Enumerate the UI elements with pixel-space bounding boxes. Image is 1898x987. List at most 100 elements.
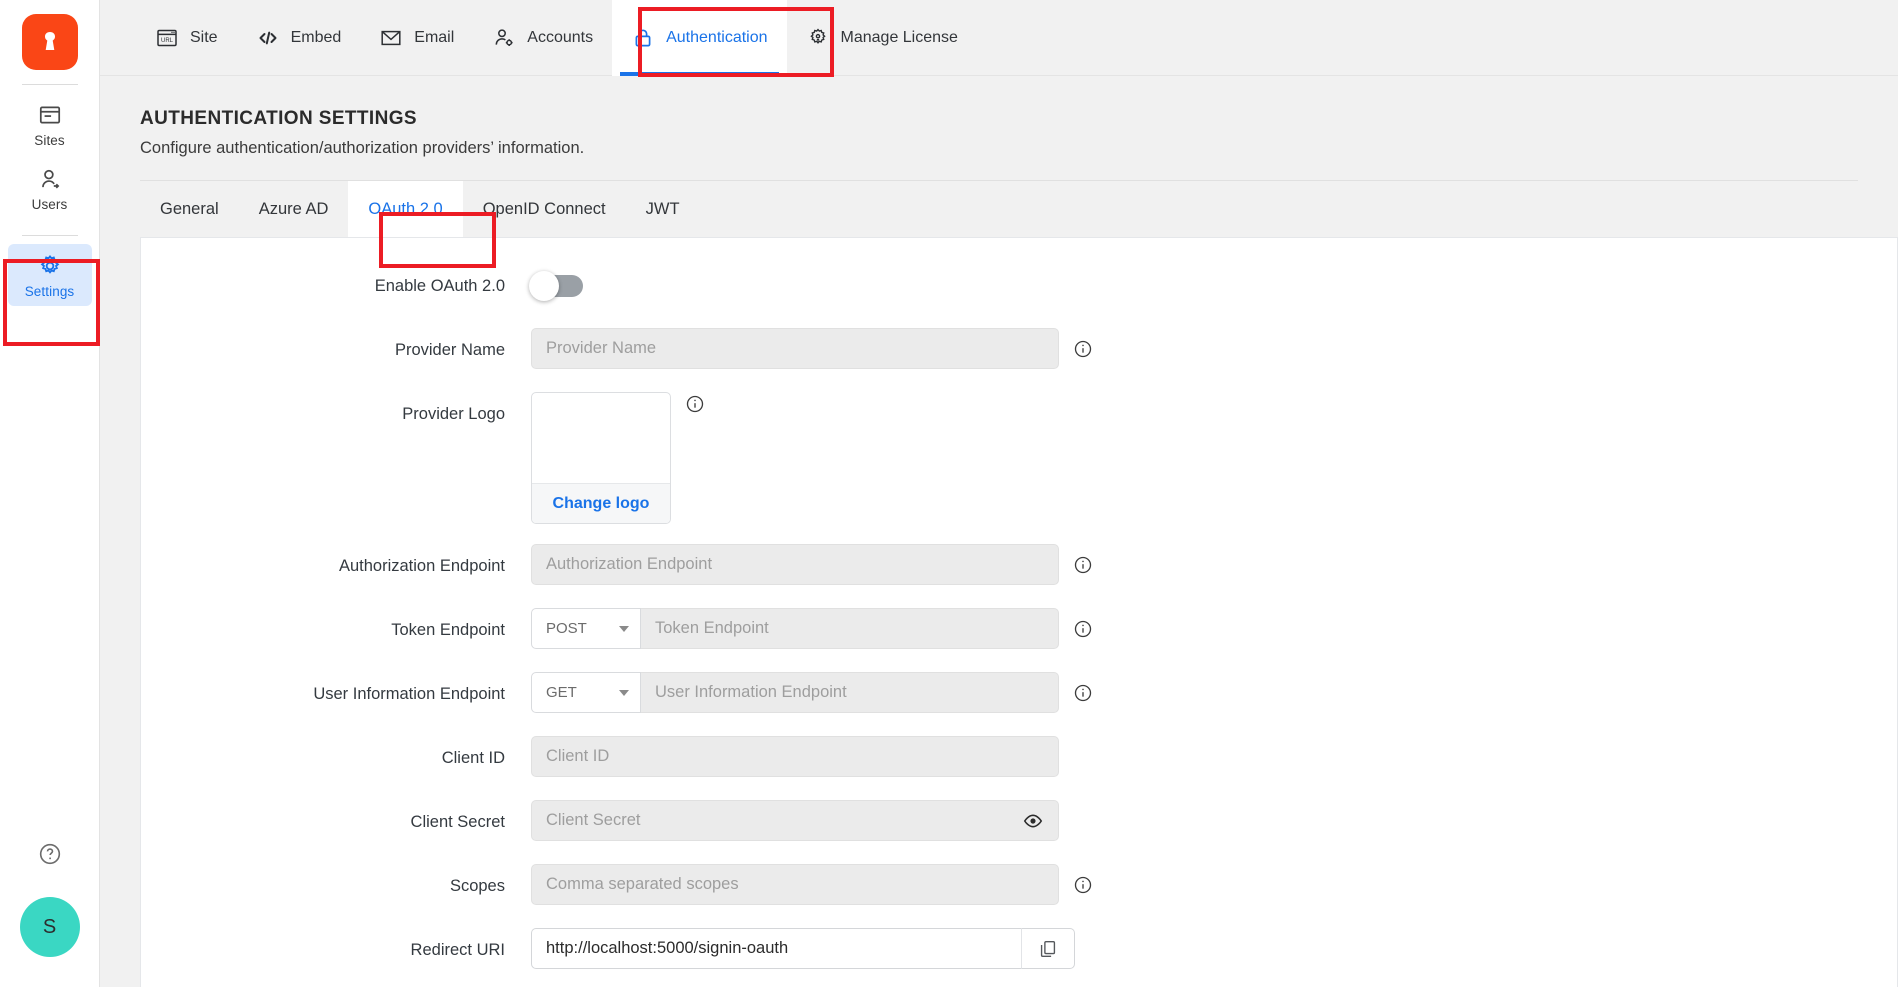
form-row-redirect-uri: Redirect URI http://localhost:5000/signi… [141,928,1897,972]
url-window-icon: URL [157,29,177,46]
sidebar-divider-top [21,84,78,85]
scopes-input[interactable]: Comma separated scopes [531,864,1059,905]
nav-label-authentication: Authentication [666,28,768,46]
label-user-information-endpoint: User Information Endpoint [313,685,505,703]
oauth-form: Enable OAuth 2.0 Provider Name Provider … [141,238,1897,972]
form-row-scopes: Scopes Comma separated scopes [141,864,1897,908]
tab-azure-ad[interactable]: Azure AD [239,181,349,237]
nav-item-manage-license[interactable]: Manage License [787,0,977,76]
sidebar-item-users[interactable]: Users [8,157,92,219]
chevron-down-icon [619,689,629,696]
chevron-down-icon [619,625,629,632]
form-row-provider-logo: Provider Logo Change logo [141,392,1897,524]
form-row-user-information-endpoint: User Information Endpoint GET User Infor… [141,672,1897,716]
license-gear-icon [809,28,826,44]
tab-oauth-2[interactable]: OAuth 2.0 [348,181,463,237]
client-secret-input[interactable]: Client Secret [546,811,640,830]
label-client-id: Client ID [441,749,505,767]
enable-oauth-toggle[interactable] [529,271,583,301]
user-info-endpoint-field-group: GET User Information Endpoint [531,672,1059,713]
top-nav: URL Site Embed Email Accounts Authentica… [100,0,1898,76]
avatar[interactable]: S [19,897,80,957]
form-row-provider-name: Provider Name Provider Name [141,328,1897,372]
info-icon[interactable] [1073,875,1093,895]
nav-label-site: Site [190,28,218,46]
control-client-id: Client ID [531,736,1059,777]
label-enable-oauth: Enable OAuth 2.0 [374,277,505,295]
control-provider-name: Provider Name [531,328,1093,369]
label-authorization-endpoint: Authorization Endpoint [338,557,505,575]
control-redirect-uri: http://localhost:5000/signin-oauth [531,928,1075,969]
help-circle-icon[interactable] [37,841,63,867]
page-subtitle: Configure authentication/authorization p… [140,139,585,157]
label-client-secret: Client Secret [410,813,505,831]
info-icon[interactable] [1073,339,1093,359]
label-provider-name: Provider Name [394,341,505,359]
nav-item-accounts[interactable]: Accounts [473,0,612,76]
user-info-endpoint-method-select[interactable]: GET [531,672,641,713]
form-row-client-id: Client ID Client ID [141,736,1897,780]
control-provider-logo: Change logo [531,392,705,524]
control-enable-oauth [529,264,583,301]
toggle-knob [529,271,559,301]
control-scopes: Comma separated scopes [531,864,1093,905]
provider-name-input[interactable]: Provider Name [531,328,1059,369]
tab-general[interactable]: General [140,181,239,237]
token-endpoint-method-select[interactable]: POST [531,608,641,649]
tab-bar: General Azure AD OAuth 2.0 OpenID Connec… [100,181,1898,237]
change-logo-button[interactable]: Change logo [532,483,670,523]
form-row-enable-oauth: Enable OAuth 2.0 [141,264,1897,308]
token-endpoint-field-group: POST Token Endpoint [531,608,1059,649]
copy-redirect-uri-button[interactable] [1021,928,1075,969]
user-information-endpoint-input[interactable]: User Information Endpoint [641,672,1059,713]
tab-jwt[interactable]: JWT [626,181,700,237]
page-header: AUTHENTICATION SETTINGS Configure authen… [100,76,1898,158]
label-redirect-uri: Redirect URI [410,941,505,959]
nav-label-accounts: Accounts [527,28,594,46]
token-endpoint-method-value: POST [546,620,587,637]
sidebar-item-sites[interactable]: Sites [8,93,92,155]
info-icon[interactable] [1073,619,1093,639]
form-row-authorization-endpoint: Authorization Endpoint Authorization End… [141,544,1897,588]
client-id-input[interactable]: Client ID [531,736,1059,777]
info-icon[interactable] [1073,555,1093,575]
nav-item-site[interactable]: URL Site [136,0,237,76]
code-icon [259,31,277,44]
label-provider-logo: Provider Logo [402,405,505,423]
sidebar-item-label-settings: Settings [24,284,75,299]
sidebar-item-label-users: Users [31,197,68,212]
settings-card: Enable OAuth 2.0 Provider Name Provider … [140,237,1898,987]
nav-label-embed: Embed [290,28,342,46]
form-row-client-secret: Client Secret Client Secret [141,800,1897,844]
page-container: AUTHENTICATION SETTINGS Configure authen… [100,76,1898,987]
copy-icon [1040,940,1056,957]
redirect-uri-group: http://localhost:5000/signin-oauth [531,928,1075,969]
sites-icon [39,106,60,124]
info-icon[interactable] [1073,683,1093,703]
users-icon [41,169,59,189]
nav-item-email[interactable]: Email [360,0,473,76]
control-authorization-endpoint: Authorization Endpoint [531,544,1093,585]
control-user-information-endpoint: GET User Information Endpoint [531,672,1093,713]
token-endpoint-input[interactable]: Token Endpoint [641,608,1059,649]
logo-b-icon [44,32,55,50]
provider-logo-box[interactable]: Change logo [531,392,671,524]
tab-openid-connect[interactable]: OpenID Connect [463,181,626,237]
main-area: URL Site Embed Email Accounts Authentica… [100,0,1898,987]
sidebar-item-label-sites: Sites [34,133,65,148]
redirect-uri-input[interactable]: http://localhost:5000/signin-oauth [531,928,1021,969]
sidebar-item-settings[interactable]: Settings [7,244,92,306]
authorization-endpoint-input[interactable]: Authorization Endpoint [531,544,1059,585]
left-sidebar: Sites Users Settings S [0,0,100,987]
control-client-secret: Client Secret [531,800,1059,841]
nav-label-email: Email [414,28,455,46]
client-secret-field[interactable]: Client Secret [531,800,1059,841]
info-icon[interactable] [685,394,705,414]
envelope-icon [381,30,401,45]
label-token-endpoint: Token Endpoint [391,621,505,639]
control-token-endpoint: POST Token Endpoint [531,608,1093,649]
nav-item-authentication[interactable]: Authentication [612,0,787,76]
nav-item-embed[interactable]: Embed [237,0,361,76]
app-logo[interactable] [21,14,78,70]
eye-icon[interactable] [1022,810,1044,832]
